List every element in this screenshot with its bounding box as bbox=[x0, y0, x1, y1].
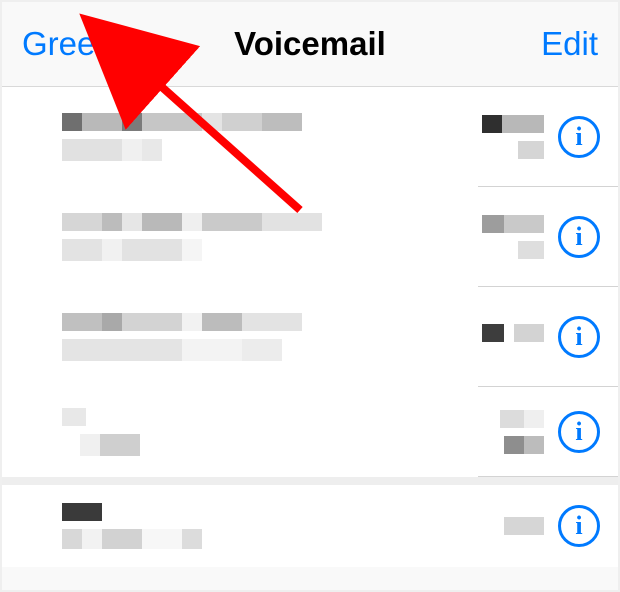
voicemail-meta bbox=[500, 410, 544, 454]
info-icon[interactable]: i bbox=[558, 505, 600, 547]
redacted-subtext bbox=[62, 339, 474, 361]
redacted-date bbox=[482, 215, 544, 233]
info-icon[interactable]: i bbox=[558, 411, 600, 453]
edit-button[interactable]: Edit bbox=[541, 25, 598, 63]
redacted-caller bbox=[62, 503, 496, 521]
redacted-date bbox=[482, 324, 544, 342]
voicemail-row[interactable]: i bbox=[2, 187, 618, 287]
voicemail-meta bbox=[482, 215, 544, 259]
voicemail-row[interactable]: i bbox=[2, 287, 618, 387]
redacted-subtext bbox=[62, 434, 492, 456]
voicemail-meta bbox=[482, 324, 544, 350]
redacted-caller bbox=[62, 113, 474, 131]
voicemail-caller-block bbox=[62, 313, 482, 361]
greeting-button[interactable]: Greeting bbox=[22, 25, 149, 63]
redacted-subtext bbox=[62, 239, 474, 261]
voicemail-caller-block bbox=[62, 113, 482, 161]
redacted-date bbox=[482, 115, 544, 133]
info-icon[interactable]: i bbox=[558, 116, 600, 158]
redacted-caller bbox=[62, 213, 474, 231]
voicemail-list: i bbox=[2, 87, 618, 567]
navbar: Greeting Voicemail Edit bbox=[2, 2, 618, 87]
redacted-duration bbox=[518, 241, 544, 259]
redacted-caller bbox=[62, 408, 492, 426]
voicemail-caller-block bbox=[62, 408, 500, 456]
voicemail-row[interactable]: i bbox=[2, 387, 618, 477]
redacted-duration bbox=[518, 141, 544, 159]
redacted-date bbox=[504, 517, 544, 535]
voicemail-row[interactable]: i bbox=[2, 87, 618, 187]
redacted-caller bbox=[62, 313, 474, 331]
redacted-duration bbox=[504, 436, 544, 454]
voicemail-caller-block bbox=[62, 213, 482, 261]
voicemail-meta bbox=[504, 517, 544, 535]
voicemail-meta bbox=[482, 115, 544, 159]
voicemail-row[interactable]: i bbox=[2, 477, 618, 567]
info-icon[interactable]: i bbox=[558, 216, 600, 258]
redacted-date bbox=[500, 410, 544, 428]
redacted-subtext bbox=[62, 529, 496, 549]
voicemail-caller-block bbox=[62, 503, 504, 549]
info-icon[interactable]: i bbox=[558, 316, 600, 358]
redacted-subtext bbox=[62, 139, 474, 161]
